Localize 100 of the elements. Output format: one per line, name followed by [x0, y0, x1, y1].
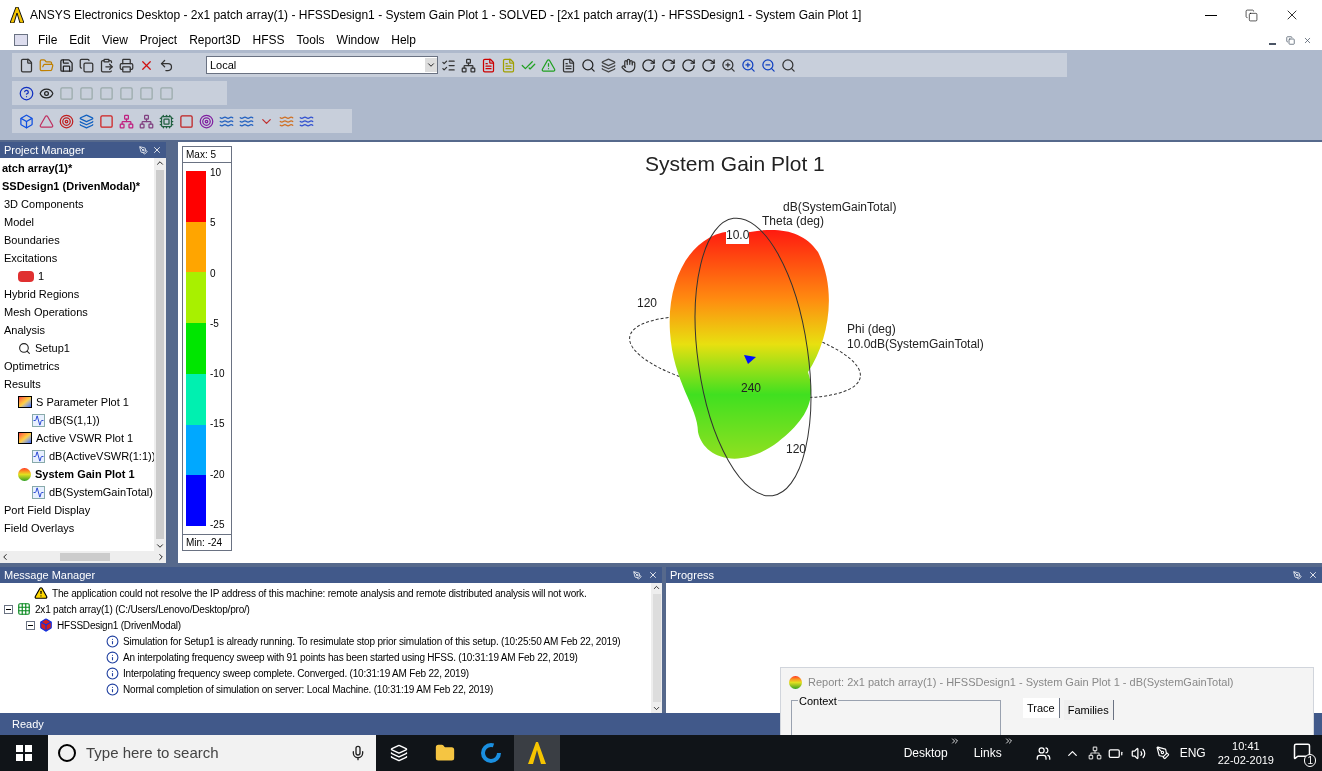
plot-icon: [18, 432, 32, 444]
menu-item[interactable]: Tools: [290, 31, 331, 49]
tree-item[interactable]: S Parameter Plot 1: [36, 393, 129, 411]
close-button[interactable]: [648, 570, 658, 580]
app-taskbar-icon[interactable]: [514, 735, 560, 771]
network-icon[interactable]: [1087, 746, 1102, 760]
warning-icon: [34, 586, 48, 600]
chevron-icon[interactable]: [1003, 736, 1014, 746]
legend-tick-label: -10: [210, 367, 226, 382]
tree-item[interactable]: Setup1: [35, 339, 70, 357]
notification-button[interactable]: 1: [1282, 736, 1322, 770]
gain-plot-icon: [18, 467, 31, 481]
theta-tick-label: 120: [786, 441, 807, 458]
menu-item[interactable]: Project: [133, 31, 184, 49]
message-text: Normal completion of simulation on server: Local Machine. (10:31:19 AM Feb 22, 2019): [123, 682, 494, 697]
clock[interactable]: 10:41 22-02-2019: [1217, 739, 1274, 767]
legend-tick-label: 0: [210, 266, 217, 281]
tree-item[interactable]: Port Field Display: [4, 501, 91, 519]
tree-item[interactable]: Mesh Operations: [4, 303, 88, 321]
tree-item[interactable]: System Gain Plot 1: [35, 465, 135, 483]
legend-tick-label: 10: [210, 166, 223, 180]
tree-item[interactable]: dB(ActiveVSWR(1:1)): [49, 447, 154, 465]
search-field[interactable]: Type here to search: [86, 741, 340, 765]
gain-plot-icon: [789, 675, 802, 689]
tree-item[interactable]: Excitations: [4, 249, 58, 267]
pen-icon[interactable]: [1155, 746, 1170, 760]
menu-item[interactable]: Window: [330, 31, 386, 49]
microphone-icon[interactable]: [350, 745, 366, 761]
horizontal-scrollbar[interactable]: [0, 551, 166, 563]
tree-item[interactable]: Boundaries: [4, 231, 60, 249]
legend-tick-label: 5: [210, 216, 217, 231]
scroll-down-icon[interactable]: [652, 704, 661, 713]
tree-item[interactable]: SSDesign1 (DrivenModal)*: [2, 177, 141, 195]
message-text: HFSSDesign1 (DrivenModal): [57, 618, 181, 633]
close-button[interactable]: [152, 145, 162, 155]
trace-icon: [32, 485, 45, 499]
info-icon: [106, 650, 119, 664]
tree-item[interactable]: 1: [38, 267, 45, 285]
plot-icon: [18, 396, 32, 408]
language-indicator[interactable]: ENG: [1179, 744, 1206, 762]
legend-tick-label: -20: [210, 467, 226, 482]
vertical-scrollbar[interactable]: [651, 583, 662, 713]
design-icon: [39, 618, 53, 632]
message-text: The application could not resolve the IP address of this machine: remote analysis and remote distributed analysis will not work.: [52, 586, 587, 601]
legend-tick-label: -15: [210, 417, 226, 432]
phi-value-label: 10.0dB(SystemGainTotal): [847, 336, 984, 353]
info-icon: [106, 666, 119, 680]
message-text: Interpolating frequency sweep complete. Converged. (10:31:19 AM Feb 22, 2019): [123, 666, 469, 681]
message-text: 2x1 patch array(1) (C:/Users/Lenovo/Desktop/pro/): [35, 602, 250, 617]
search-bar[interactable]: Type here to search: [48, 735, 376, 771]
tree-item[interactable]: Hybrid Regions: [4, 285, 80, 303]
tree-item[interactable]: Results: [4, 375, 41, 393]
tree-item[interactable]: dB(SystemGainTotal): [49, 483, 153, 501]
theta-axis-label: Theta (deg): [762, 214, 825, 230]
restore-button[interactable]: [1286, 35, 1295, 45]
menu-item[interactable]: HFSS: [246, 31, 291, 49]
document-icon: [14, 34, 28, 46]
project-icon: [17, 602, 31, 616]
plot-title: System Gain Plot 1: [645, 151, 825, 177]
vertical-scrollbar[interactable]: [154, 158, 166, 551]
tree-item[interactable]: atch array(1)*: [2, 159, 73, 177]
tree-item[interactable]: Model: [4, 213, 34, 231]
menu-item[interactable]: View: [96, 31, 134, 49]
info-icon: [106, 682, 119, 696]
panel-title: Message Manager: [4, 567, 97, 583]
collapse-toggle[interactable]: [26, 620, 35, 630]
collapse-toggle[interactable]: [4, 604, 13, 614]
windows-logo-icon: [16, 745, 32, 761]
tree-item[interactable]: Field Overlays: [4, 519, 75, 537]
window-title: ANSYS Electronics Desktop - 2x1 patch array(1) - HFSSDesign1 - System Gain Plot 1 - SOLVED - [2x1 patch array(1) - HFSSDesign1 - System Gain Plot 1]: [30, 7, 862, 24]
volume-icon[interactable]: [1130, 745, 1146, 761]
tree-item[interactable]: 3D Components: [4, 195, 84, 213]
tree-item[interactable]: dB(S(1,1)): [49, 411, 100, 429]
tree-item[interactable]: Optimetrics: [4, 357, 60, 375]
restore-button[interactable]: [1245, 8, 1258, 22]
scroll-up-icon[interactable]: [652, 583, 661, 592]
scroll-right-icon[interactable]: [156, 552, 166, 562]
toolbar-link[interactable]: Desktop: [903, 744, 948, 762]
scroll-down-icon[interactable]: [155, 541, 165, 551]
tree-item[interactable]: Analysis: [4, 321, 45, 339]
menu-item[interactable]: File: [32, 31, 64, 49]
people-icon[interactable]: [1035, 745, 1051, 761]
tree-item[interactable]: Active VSWR Plot 1: [36, 429, 134, 447]
menu-item[interactable]: Help: [385, 31, 422, 49]
close-button[interactable]: [1308, 570, 1318, 580]
phi-axis-label: Phi (deg): [847, 321, 896, 338]
tab[interactable]: Trace: [1023, 698, 1060, 718]
menu-item[interactable]: Edit: [63, 31, 97, 49]
trace-icon: [32, 449, 45, 463]
menu-item[interactable]: Report3D: [183, 31, 247, 49]
chevron-icon[interactable]: [949, 736, 960, 746]
status-text: Ready: [12, 716, 44, 732]
scroll-up-icon[interactable]: [155, 158, 165, 168]
port-icon: [18, 270, 34, 282]
machine-dropdown[interactable]: Local: [206, 56, 438, 74]
phi-tick-label: 240: [741, 380, 762, 397]
scroll-left-icon[interactable]: [0, 552, 10, 562]
tab[interactable]: Families: [1063, 700, 1114, 720]
notification-count: 1: [1304, 754, 1316, 767]
toolbar-link[interactable]: Links: [973, 744, 1002, 762]
